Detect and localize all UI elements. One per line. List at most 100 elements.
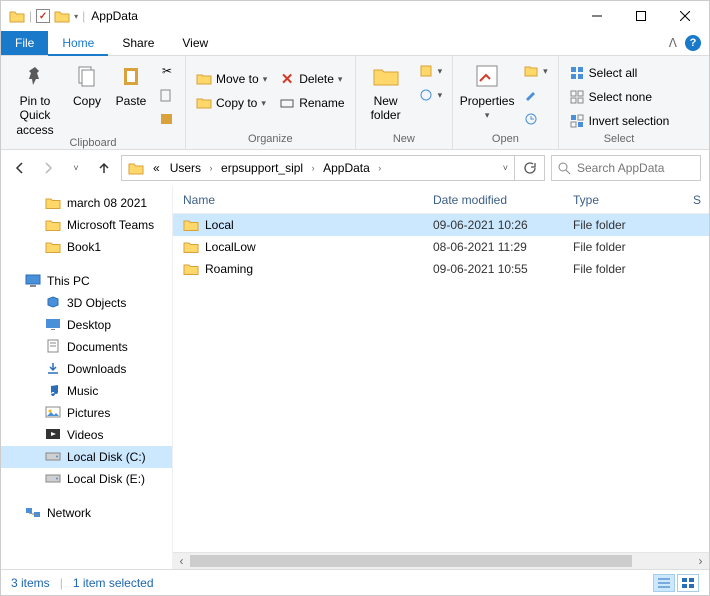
breadcrumb-item[interactable]: erpsupport_sipl	[216, 156, 308, 180]
tree-label: Pictures	[67, 406, 110, 420]
tree-item[interactable]: Local Disk (E:)	[1, 468, 172, 490]
delete-label: Delete	[299, 72, 334, 86]
tree-item[interactable]: Desktop	[1, 314, 172, 336]
address-bar[interactable]: « Users›erpsupport_sipl›AppData› ˅	[121, 155, 545, 181]
invert-selection-label: Invert selection	[589, 114, 670, 128]
tree-this-pc[interactable]: This PC	[1, 270, 172, 292]
copy-button[interactable]: Copy	[67, 58, 107, 108]
edit-button[interactable]	[519, 84, 552, 106]
drive-icon	[45, 317, 61, 334]
breadcrumb-sep[interactable]: ›	[375, 163, 385, 173]
search-icon	[558, 162, 571, 175]
details-view-button[interactable]	[653, 574, 675, 592]
tree-label: Local Disk (C:)	[67, 450, 146, 464]
new-folder-button[interactable]: New folder	[362, 58, 410, 123]
col-size[interactable]: S	[693, 193, 709, 207]
invert-selection-button[interactable]: Invert selection	[565, 110, 674, 132]
address-dropdown[interactable]: ˅	[497, 163, 514, 173]
tree-item[interactable]: Pictures	[1, 402, 172, 424]
recent-locations-button[interactable]: ˅	[65, 157, 87, 179]
tree-item[interactable]: Microsoft Teams	[1, 214, 172, 236]
easy-access-button[interactable]: ▾	[414, 84, 447, 106]
tab-share[interactable]: Share	[108, 31, 168, 55]
tree-label: 3D Objects	[67, 296, 126, 310]
paste-shortcut-button[interactable]	[155, 108, 179, 130]
select-none-button[interactable]: Select none	[565, 86, 674, 108]
scroll-left-button[interactable]: ‹	[173, 553, 190, 570]
col-date[interactable]: Date modified	[433, 193, 573, 207]
cut-button[interactable]: ✂	[155, 60, 179, 82]
delete-button[interactable]: ✕Delete▾	[275, 68, 348, 90]
history-button[interactable]	[519, 108, 552, 130]
help-icon[interactable]: ?	[685, 35, 701, 51]
folder-icon	[45, 241, 61, 254]
rename-button[interactable]: Rename	[275, 92, 348, 114]
table-row[interactable]: LocalLow08-06-2021 11:29File folder	[173, 236, 709, 258]
copy-path-button[interactable]	[155, 84, 179, 106]
tree-label: Downloads	[67, 362, 126, 376]
close-button[interactable]	[663, 2, 707, 30]
up-button[interactable]	[93, 157, 115, 179]
tree-item[interactable]: Videos	[1, 424, 172, 446]
tree-network[interactable]: Network	[1, 502, 172, 524]
tree-item[interactable]: march 08 2021	[1, 192, 172, 214]
ribbon: Pin to Quick access Copy Paste ✂ Clipboa…	[1, 56, 709, 150]
group-organize-label: Organize	[192, 133, 349, 149]
tree-label: Videos	[67, 428, 103, 442]
horizontal-scrollbar[interactable]: ‹ ›	[173, 552, 709, 569]
copy-to-button[interactable]: Copy to▾	[192, 92, 271, 114]
tab-view[interactable]: View	[168, 31, 222, 55]
select-all-button[interactable]: Select all	[565, 62, 674, 84]
open-button[interactable]: ▾	[519, 60, 552, 82]
row-name: Roaming	[205, 262, 253, 276]
status-item-count: 3 items	[11, 576, 50, 590]
breadcrumb-item[interactable]: AppData	[318, 156, 375, 180]
minimize-button[interactable]	[575, 2, 619, 30]
tree-item[interactable]: Documents	[1, 336, 172, 358]
group-open-label: Open	[459, 133, 552, 149]
scroll-right-button[interactable]: ›	[692, 553, 709, 570]
breadcrumb-prefix[interactable]: «	[148, 156, 165, 180]
breadcrumb-item[interactable]: Users	[165, 156, 206, 180]
table-row[interactable]: Local09-06-2021 10:26File folder	[173, 214, 709, 236]
breadcrumb-sep[interactable]: ›	[308, 163, 318, 173]
col-name[interactable]: Name	[183, 193, 433, 207]
back-button[interactable]	[9, 157, 31, 179]
pin-to-quick-access-button[interactable]: Pin to Quick access	[7, 58, 63, 137]
table-row[interactable]: Roaming09-06-2021 10:55File folder	[173, 258, 709, 280]
tab-home[interactable]: Home	[48, 31, 108, 55]
tab-file[interactable]: File	[1, 31, 48, 55]
status-separator: |	[50, 576, 73, 590]
properties-label: Properties	[460, 94, 515, 108]
column-headers[interactable]: Name Date modified Type S	[173, 186, 709, 214]
row-type: File folder	[573, 240, 693, 254]
scroll-thumb[interactable]	[190, 555, 632, 567]
tree-label: Microsoft Teams	[67, 218, 154, 232]
select-all-label: Select all	[589, 66, 638, 80]
tree-item[interactable]: Music	[1, 380, 172, 402]
move-to-button[interactable]: Move to▾	[192, 68, 271, 90]
pc-icon	[25, 274, 41, 288]
paste-button[interactable]: Paste	[111, 58, 151, 108]
forward-button[interactable]	[37, 157, 59, 179]
breadcrumb-sep[interactable]: ›	[206, 163, 216, 173]
qat-properties-icon[interactable]: ✓	[36, 9, 50, 23]
search-placeholder: Search AppData	[577, 161, 664, 175]
qat-dropdown[interactable]: ▾	[74, 12, 78, 21]
col-type[interactable]: Type	[573, 193, 693, 207]
row-name: Local	[205, 218, 234, 232]
new-item-button[interactable]: ▾	[414, 60, 447, 82]
refresh-button[interactable]	[514, 155, 542, 181]
tree-item[interactable]: Downloads	[1, 358, 172, 380]
status-selected-count: 1 item selected	[73, 576, 154, 590]
thumbnails-view-button[interactable]	[677, 574, 699, 592]
ribbon-collapse-icon[interactable]: ᐱ	[669, 36, 677, 50]
tree-item[interactable]: 3D Objects	[1, 292, 172, 314]
search-input[interactable]: Search AppData	[551, 155, 701, 181]
properties-button[interactable]: Properties▾	[459, 58, 515, 121]
new-folder-label: New folder	[371, 94, 401, 123]
tree-item[interactable]: Book1	[1, 236, 172, 258]
row-date: 09-06-2021 10:55	[433, 262, 573, 276]
maximize-button[interactable]	[619, 2, 663, 30]
tree-item[interactable]: Local Disk (C:)	[1, 446, 172, 468]
